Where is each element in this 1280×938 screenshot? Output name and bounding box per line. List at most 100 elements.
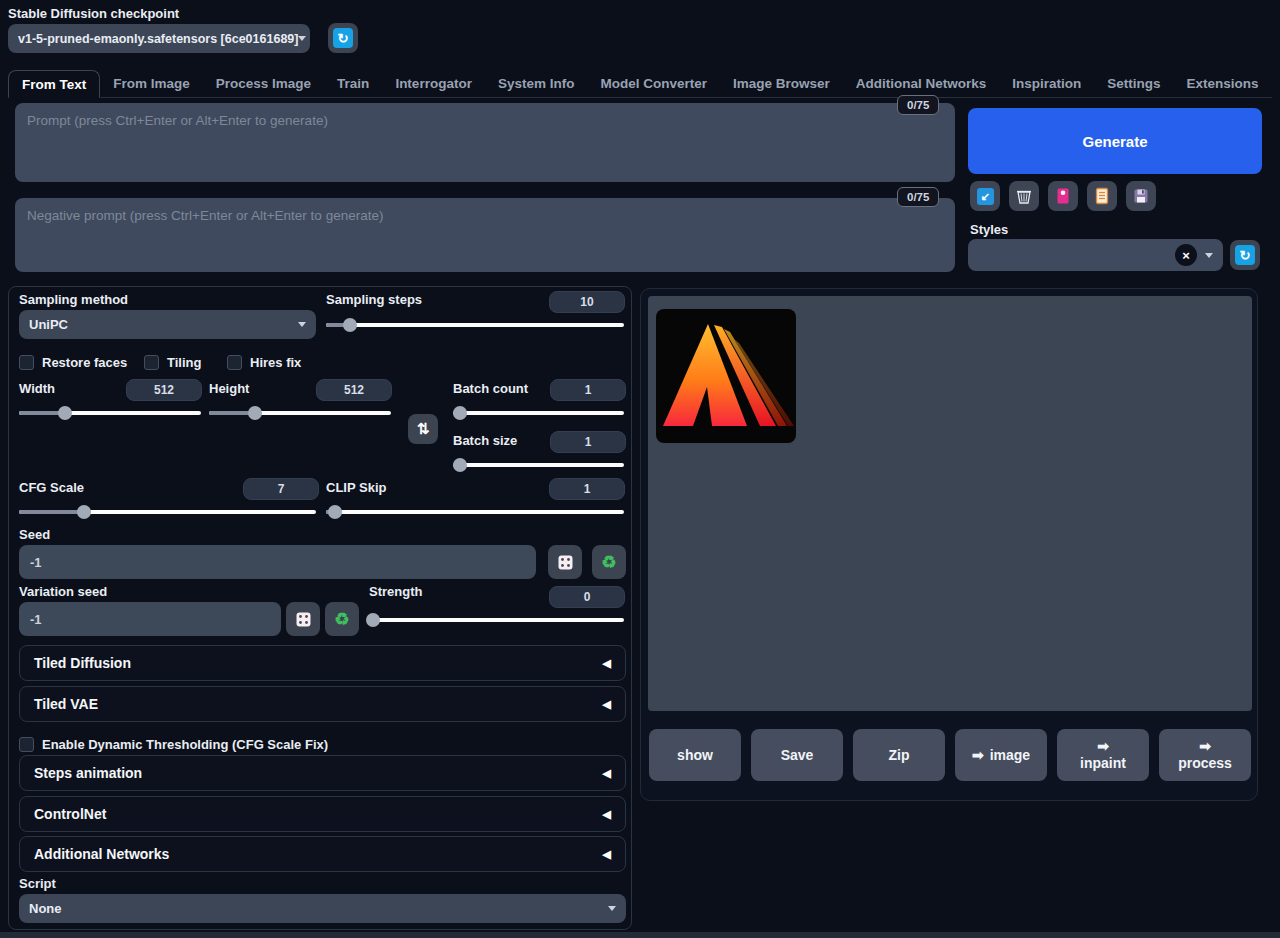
recycle-icon: ♻ (334, 609, 349, 630)
tab-train[interactable]: Train (324, 70, 382, 97)
strength-label: Strength (369, 584, 422, 599)
dynamic-thresholding-checkbox[interactable]: Enable Dynamic Thresholding (CFG Scale F… (19, 737, 328, 752)
tiling-checkbox[interactable]: Tiling (144, 355, 201, 370)
tab-process-image[interactable]: Process Image (203, 70, 324, 97)
tab-additional-networks[interactable]: Additional Networks (843, 70, 1000, 97)
script-value: None (29, 901, 62, 916)
chevron-down-icon (298, 322, 306, 327)
height-slider[interactable] (209, 406, 391, 420)
tab-interrogator[interactable]: Interrogator (382, 70, 485, 97)
styles-label: Styles (970, 222, 1008, 237)
variation-seed-label: Variation seed (19, 584, 107, 599)
refresh-icon: ↻ (333, 28, 353, 48)
cfg-scale-value[interactable]: 7 (243, 478, 319, 500)
reuse-variation-seed-button[interactable]: ♻ (325, 602, 359, 636)
accordion-controlnet[interactable]: ControlNet ◀ (19, 796, 626, 832)
sampling-method-value: UniPC (29, 317, 68, 332)
dice-icon (557, 554, 574, 571)
tab-system-info[interactable]: System Info (485, 70, 588, 97)
accordion-arrow-icon: ◀ (603, 657, 611, 670)
batch-count-slider[interactable] (453, 406, 624, 420)
tab-inspiration[interactable]: Inspiration (999, 70, 1094, 97)
accordion-steps-animation[interactable]: Steps animation ◀ (19, 755, 626, 791)
hires-fix-checkbox[interactable]: Hires fix (227, 355, 301, 370)
generated-image-thumbnail[interactable] (656, 309, 796, 443)
footer-strip (0, 932, 1280, 938)
send-to-process-button[interactable]: ➡ process (1159, 729, 1251, 781)
styles-refresh-button[interactable]: ↻ (1230, 240, 1260, 270)
save-button[interactable]: Save (751, 729, 843, 781)
batch-count-label: Batch count (453, 381, 528, 396)
checkpoint-value: v1-5-pruned-emaonly.safetensors [6ce0161… (18, 32, 298, 46)
checkpoint-refresh-button[interactable]: ↻ (328, 23, 358, 53)
strength-value[interactable]: 0 (549, 586, 625, 608)
batch-size-slider[interactable] (453, 458, 624, 472)
tab-from-image[interactable]: From Image (100, 70, 203, 97)
save-style-button[interactable] (1126, 181, 1156, 211)
tab-from-text[interactable]: From Text (8, 70, 100, 98)
extra-networks-button[interactable] (1048, 181, 1078, 211)
checkpoint-dropdown[interactable]: v1-5-pruned-emaonly.safetensors [6ce0161… (8, 24, 310, 53)
paste-parameters-button[interactable]: ↙ (970, 181, 1000, 211)
paste-icon: ↙ (977, 188, 994, 205)
checkbox-icon[interactable] (144, 355, 159, 370)
width-value[interactable]: 512 (126, 379, 202, 401)
batch-size-value[interactable]: 1 (550, 431, 626, 453)
reuse-seed-button[interactable]: ♻ (592, 545, 626, 579)
accordion-label: Tiled VAE (34, 696, 98, 712)
tiling-label: Tiling (167, 355, 201, 370)
send-to-inpaint-button[interactable]: ➡ inpaint (1057, 729, 1149, 781)
tab-image-browser[interactable]: Image Browser (720, 70, 843, 97)
random-variation-seed-button[interactable] (286, 602, 320, 636)
seed-input[interactable]: -1 (19, 545, 536, 579)
cfg-scale-slider[interactable] (19, 505, 316, 519)
sampling-steps-slider[interactable] (326, 318, 624, 332)
random-seed-button[interactable] (548, 545, 582, 579)
accordion-tiled-vae[interactable]: Tiled VAE ◀ (19, 686, 626, 722)
prompt-input[interactable] (15, 103, 955, 182)
cfg-scale-label: CFG Scale (19, 480, 84, 495)
checkbox-icon[interactable] (19, 737, 34, 752)
tab-model-converter[interactable]: Model Converter (587, 70, 720, 97)
seed-value: -1 (30, 555, 42, 570)
output-panel: show Save Zip ➡ image ➡ inpaint ➡ process (640, 288, 1258, 801)
variation-seed-input[interactable]: -1 (19, 602, 281, 636)
negative-prompt-input[interactable] (15, 198, 955, 272)
script-dropdown[interactable]: None (19, 894, 626, 923)
tab-settings[interactable]: Settings (1094, 70, 1173, 97)
clip-skip-value[interactable]: 1 (549, 478, 625, 500)
apply-style-button[interactable] (1087, 181, 1117, 211)
checkbox-icon[interactable] (227, 355, 242, 370)
styles-dropdown[interactable]: × (968, 239, 1223, 271)
clear-prompt-button[interactable] (1009, 181, 1039, 211)
app-root: Stable Diffusion checkpoint v1-5-pruned-… (0, 0, 1280, 938)
restore-faces-checkbox[interactable]: Restore faces (19, 355, 127, 370)
accordion-arrow-icon: ◀ (603, 808, 611, 821)
button-label: Zip (889, 747, 910, 764)
swap-dimensions-button[interactable]: ⇅ (408, 414, 438, 444)
checkbox-icon[interactable] (19, 355, 34, 370)
accordion-additional-networks[interactable]: Additional Networks ◀ (19, 836, 626, 872)
batch-count-value[interactable]: 1 (550, 379, 626, 401)
button-label: image (990, 747, 1030, 764)
arrow-right-icon: ➡ (972, 747, 984, 764)
accordion-arrow-icon: ◀ (603, 698, 611, 711)
accordion-arrow-icon: ◀ (603, 767, 611, 780)
width-slider[interactable] (19, 406, 201, 420)
accordion-label: Additional Networks (34, 846, 169, 862)
strength-slider[interactable] (369, 613, 624, 627)
negative-prompt-container (15, 198, 955, 272)
sampling-method-dropdown[interactable]: UniPC (19, 310, 316, 339)
generate-button[interactable]: Generate (968, 108, 1262, 174)
height-value[interactable]: 512 (316, 379, 392, 401)
accordion-tiled-diffusion[interactable]: Tiled Diffusion ◀ (19, 645, 626, 681)
tab-extensions[interactable]: Extensions (1174, 70, 1272, 97)
zip-button[interactable]: Zip (853, 729, 945, 781)
clip-skip-slider[interactable] (326, 505, 624, 519)
sampling-steps-value[interactable]: 10 (549, 291, 625, 313)
clear-styles-icon[interactable]: × (1175, 244, 1197, 266)
chevron-down-icon (608, 906, 616, 911)
show-button[interactable]: show (649, 729, 741, 781)
sampling-method-label: Sampling method (19, 292, 128, 307)
send-to-image-button[interactable]: ➡ image (955, 729, 1047, 781)
